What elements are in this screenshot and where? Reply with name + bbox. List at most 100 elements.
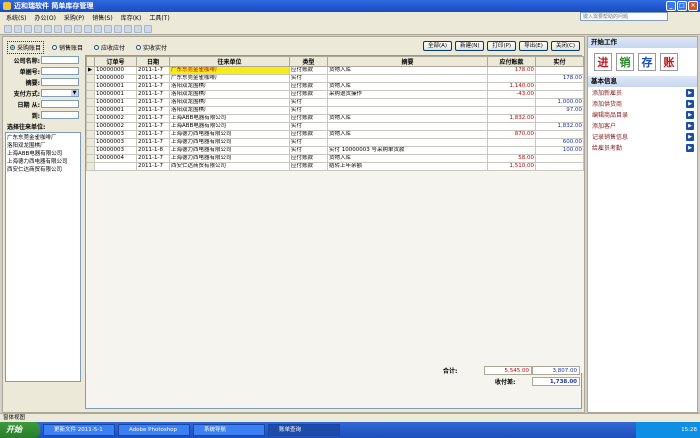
cell-order-no[interactable]: 10000003 bbox=[94, 138, 137, 147]
database-icon[interactable] bbox=[134, 24, 142, 33]
cell-date[interactable]: 2011-1-7 bbox=[136, 106, 170, 115]
list-item[interactable]: 广东东莞金雀咖啡厂 bbox=[7, 134, 79, 142]
radio-actual-paid[interactable]: 实收实付 bbox=[133, 41, 171, 54]
task-link[interactable]: 添加新雇员 ▶ bbox=[588, 87, 697, 98]
table-row[interactable]: 10000001 2011-1-7 洛阳双龙围棋厂 实付 97.00 bbox=[86, 106, 584, 115]
cell-partner[interactable]: 洛阳双龙围棋厂 bbox=[169, 106, 290, 115]
table-row[interactable]: 2011-1-7 西安仁达商贸有限公司 应付账款 结转上年余额 1,510.00 bbox=[86, 162, 584, 171]
cell-date[interactable]: 2011-1-8 bbox=[136, 146, 170, 155]
table-row[interactable]: 10000001 2011-1-7 洛阳双龙围棋厂 应付账款 货物入库 1,140.00 bbox=[86, 82, 584, 91]
cell-partner[interactable]: 广东东莞金雀咖啡厂 bbox=[169, 74, 290, 83]
task-bill-query[interactable]: 账单查询 bbox=[268, 424, 340, 436]
cell-payable[interactable] bbox=[487, 106, 536, 115]
cell-type[interactable]: 实付 bbox=[289, 146, 328, 155]
task-link[interactable]: 给雇员考勤 ▶ bbox=[588, 142, 697, 153]
summary-field[interactable] bbox=[41, 78, 79, 86]
menu-inventory[interactable]: 库存(K) bbox=[121, 13, 142, 22]
row-selector[interactable] bbox=[86, 114, 95, 123]
cut-icon[interactable] bbox=[34, 24, 42, 33]
delete-record-icon[interactable] bbox=[124, 24, 132, 33]
close-button[interactable]: 关闭(C) bbox=[550, 41, 580, 51]
row-selector[interactable] bbox=[86, 98, 95, 107]
cell-type[interactable]: 应付账款 bbox=[289, 154, 328, 163]
task-link[interactable]: 添加客户 ▶ bbox=[588, 120, 697, 131]
purchase-shortcut-button[interactable]: 进 bbox=[594, 53, 612, 71]
cell-paid[interactable]: 600.00 bbox=[535, 138, 584, 147]
cell-order-no[interactable]: 10000002 bbox=[94, 114, 137, 123]
task-update-file[interactable]: 更新文件 2011-5-1 bbox=[43, 424, 115, 436]
cell-summary[interactable]: 采购退货操作 bbox=[327, 90, 488, 99]
row-selector[interactable] bbox=[86, 154, 95, 163]
cell-order-no[interactable]: 10000003 bbox=[94, 146, 137, 155]
list-item[interactable]: 洛阳双龙围棋厂 bbox=[7, 142, 79, 150]
task-system-nav[interactable]: 系统导航 bbox=[193, 424, 265, 436]
arrow-right-icon[interactable]: ▶ bbox=[686, 132, 694, 141]
column-date[interactable]: 日期 bbox=[136, 56, 170, 67]
menu-system[interactable]: 系统(S) bbox=[6, 13, 27, 22]
date-from-field[interactable] bbox=[41, 100, 79, 108]
cell-date[interactable]: 2011-1-7 bbox=[136, 122, 170, 131]
cell-payable[interactable] bbox=[487, 122, 536, 131]
column-order-no[interactable]: 订单号 bbox=[94, 56, 137, 67]
cell-order-no[interactable]: 10000002 bbox=[94, 122, 137, 131]
cell-order-no[interactable]: 10000003 bbox=[94, 130, 137, 139]
cell-partner[interactable]: 上海德力西电器有限公司 bbox=[169, 154, 290, 163]
row-selector[interactable] bbox=[86, 82, 95, 91]
cell-partner[interactable]: 西安仁达商贸有限公司 bbox=[169, 162, 290, 171]
table-row[interactable]: ▶ 10000000 2011-1-7 广东东莞金雀咖啡厂 应付账款 货物入库 178.00 bbox=[86, 66, 584, 75]
cell-date[interactable]: 2011-1-7 bbox=[136, 138, 170, 147]
list-item[interactable]: 西安仁达商贸有限公司 bbox=[7, 166, 79, 174]
cell-order-no[interactable]: 10000000 bbox=[94, 74, 137, 83]
cell-summary[interactable]: 实付 10000003 号采购单货款 bbox=[327, 146, 488, 155]
cell-partner[interactable]: 上海ABB电器有限公司 bbox=[169, 122, 290, 131]
cell-order-no[interactable]: 10000001 bbox=[94, 98, 137, 107]
row-selector[interactable] bbox=[86, 106, 95, 115]
cell-partner[interactable]: 洛阳双龙围棋厂 bbox=[169, 98, 290, 107]
task-photoshop[interactable]: Adobe Photoshop bbox=[118, 424, 190, 436]
doc-no-field[interactable] bbox=[41, 67, 79, 75]
save-icon[interactable] bbox=[4, 24, 12, 33]
radio-sales-ledger[interactable]: 销售账目 bbox=[49, 41, 87, 54]
cell-summary[interactable]: 货物入库 bbox=[327, 154, 488, 163]
partner-list[interactable]: 广东东莞金雀咖啡厂 洛阳双龙围棋厂 上海ABB电器有限公司 上海德力西电器有限公… bbox=[5, 132, 81, 382]
cell-date[interactable]: 2011-1-7 bbox=[136, 98, 170, 107]
cell-paid[interactable] bbox=[535, 154, 584, 163]
ledger-table[interactable]: 订单号 日期 往来单位 类型 摘要 应付账款 实付 ▶ 10000000 2011-… bbox=[85, 55, 584, 409]
column-type[interactable]: 类型 bbox=[289, 56, 328, 67]
cell-type[interactable]: 实付 bbox=[289, 106, 328, 115]
row-selector[interactable] bbox=[86, 130, 95, 139]
table-row[interactable]: 10000001 2011-1-7 洛阳双龙围棋厂 应付账款 采购退货操作 -43.00 bbox=[86, 90, 584, 99]
arrow-right-icon[interactable]: ▶ bbox=[686, 88, 694, 97]
company-field[interactable] bbox=[41, 56, 79, 64]
cell-date[interactable]: 2011-1-7 bbox=[136, 66, 170, 75]
print-button[interactable]: 打印(P) bbox=[487, 41, 517, 51]
cell-summary[interactable] bbox=[327, 106, 488, 115]
cell-order-no[interactable]: 10000000 bbox=[94, 66, 137, 75]
cell-type[interactable]: 应付账款 bbox=[289, 114, 328, 123]
cell-summary[interactable]: 货物入库 bbox=[327, 114, 488, 123]
arrow-right-icon[interactable]: ▶ bbox=[686, 99, 694, 108]
table-row[interactable]: 10000003 2011-1-8 上海德力西电器有限公司 实付 实付 10000003… bbox=[86, 146, 584, 155]
cell-type[interactable]: 应付账款 bbox=[289, 90, 328, 99]
table-row[interactable]: 10000003 2011-1-7 上海德力西电器有限公司 应付账款 货物入库 870.0… bbox=[86, 130, 584, 139]
task-link[interactable]: 添加供货商 ▶ bbox=[588, 98, 697, 109]
cell-type[interactable]: 应付账款 bbox=[289, 66, 328, 75]
pay-method-select[interactable]: ▼ bbox=[41, 89, 79, 97]
minimize-button[interactable]: _ bbox=[666, 1, 676, 11]
ledger-shortcut-button[interactable]: 账 bbox=[660, 53, 678, 71]
column-payable[interactable]: 应付账款 bbox=[487, 56, 536, 67]
date-to-field[interactable] bbox=[41, 111, 79, 119]
table-row[interactable]: 10000000 2011-1-7 广东东莞金雀咖啡厂 实付 178.00 bbox=[86, 74, 584, 83]
list-item[interactable]: 上海ABB电器有限公司 bbox=[7, 150, 79, 158]
cell-type[interactable]: 实付 bbox=[289, 122, 328, 131]
preview-icon[interactable] bbox=[24, 24, 32, 33]
cell-payable[interactable]: -43.00 bbox=[487, 90, 536, 99]
row-selector[interactable] bbox=[86, 74, 95, 83]
menu-tools[interactable]: 工具(T) bbox=[149, 13, 169, 22]
cell-partner[interactable]: 广东东莞金雀咖啡厂 bbox=[169, 66, 290, 75]
list-item[interactable]: 上海德力西电器有限公司 bbox=[7, 158, 79, 166]
cell-summary[interactable] bbox=[327, 122, 488, 131]
cell-paid[interactable]: 1,000.00 bbox=[535, 98, 584, 107]
table-row[interactable]: 10000004 2011-1-7 上海德力西电器有限公司 应付账款 货物入库 58.00 bbox=[86, 154, 584, 163]
filter-icon[interactable] bbox=[94, 24, 102, 33]
